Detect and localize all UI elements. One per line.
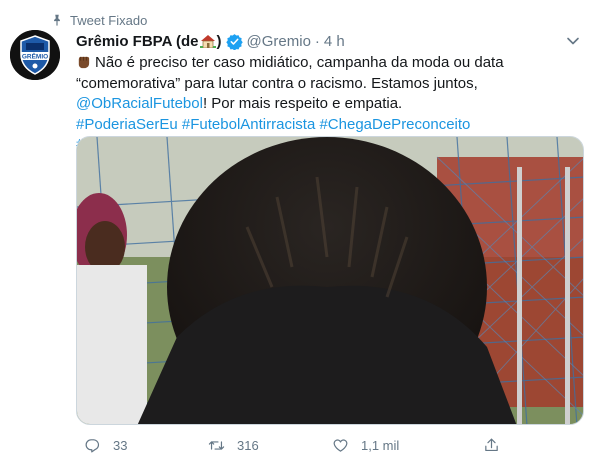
house-emoji-icon bbox=[199, 35, 216, 48]
author-handle[interactable]: @Gremio bbox=[247, 33, 311, 50]
chevron-down-icon[interactable] bbox=[566, 34, 580, 48]
avatar[interactable]: GRÊMIO bbox=[10, 30, 60, 80]
tweet-time[interactable]: 4 h bbox=[324, 33, 345, 50]
retweet-button[interactable]: 316 bbox=[208, 433, 259, 457]
retweet-icon bbox=[208, 440, 225, 450]
tweet-line-3-text: ! Por mais respeito e empatia. bbox=[202, 95, 403, 112]
tweet-actions: 33 316 1,1 mil bbox=[76, 433, 584, 457]
gremio-logo-icon: GRÊMIO bbox=[10, 30, 60, 80]
pinned-label: Tweet Fixado bbox=[54, 10, 148, 30]
tweet-line-3: @ObRacialFutebol! Por mais respeito e em… bbox=[76, 94, 581, 115]
reply-button[interactable]: 33 bbox=[84, 433, 127, 457]
verified-badge-icon bbox=[225, 33, 243, 50]
tweet-line-2: “comemorativa” para lutar contra o racis… bbox=[76, 74, 478, 92]
tweet-line-1-text: Não é preciso ter caso midiático, campan… bbox=[95, 54, 504, 71]
heart-icon bbox=[333, 439, 348, 452]
retweet-count: 316 bbox=[237, 437, 259, 453]
header-separator: · bbox=[314, 32, 320, 50]
avatar-logo-text: GRÊMIO bbox=[22, 52, 48, 61]
tweet-line-1: Não é preciso ter caso midiático, campan… bbox=[76, 53, 581, 74]
pin-icon bbox=[54, 14, 60, 26]
reply-count: 33 bbox=[113, 437, 128, 453]
tweet-header: Grêmio FBPA (de ) @Gremio · 4 h bbox=[76, 31, 345, 51]
raised-fist-icon bbox=[78, 56, 90, 69]
pinned-text: Tweet Fixado bbox=[70, 12, 148, 28]
share-icon bbox=[485, 438, 498, 451]
like-count: 1,1 mil bbox=[361, 437, 400, 453]
video-thumbnail[interactable] bbox=[76, 136, 584, 425]
author-name-close: ) bbox=[216, 32, 222, 50]
like-button[interactable]: 1,1 mil bbox=[332, 433, 399, 457]
video-frame-image bbox=[77, 137, 583, 424]
share-button[interactable] bbox=[483, 433, 500, 457]
reply-icon bbox=[85, 438, 100, 452]
author-name[interactable]: Grêmio FBPA (de bbox=[76, 33, 199, 50]
mention-link[interactable]: @ObRacialFutebol bbox=[76, 95, 203, 112]
